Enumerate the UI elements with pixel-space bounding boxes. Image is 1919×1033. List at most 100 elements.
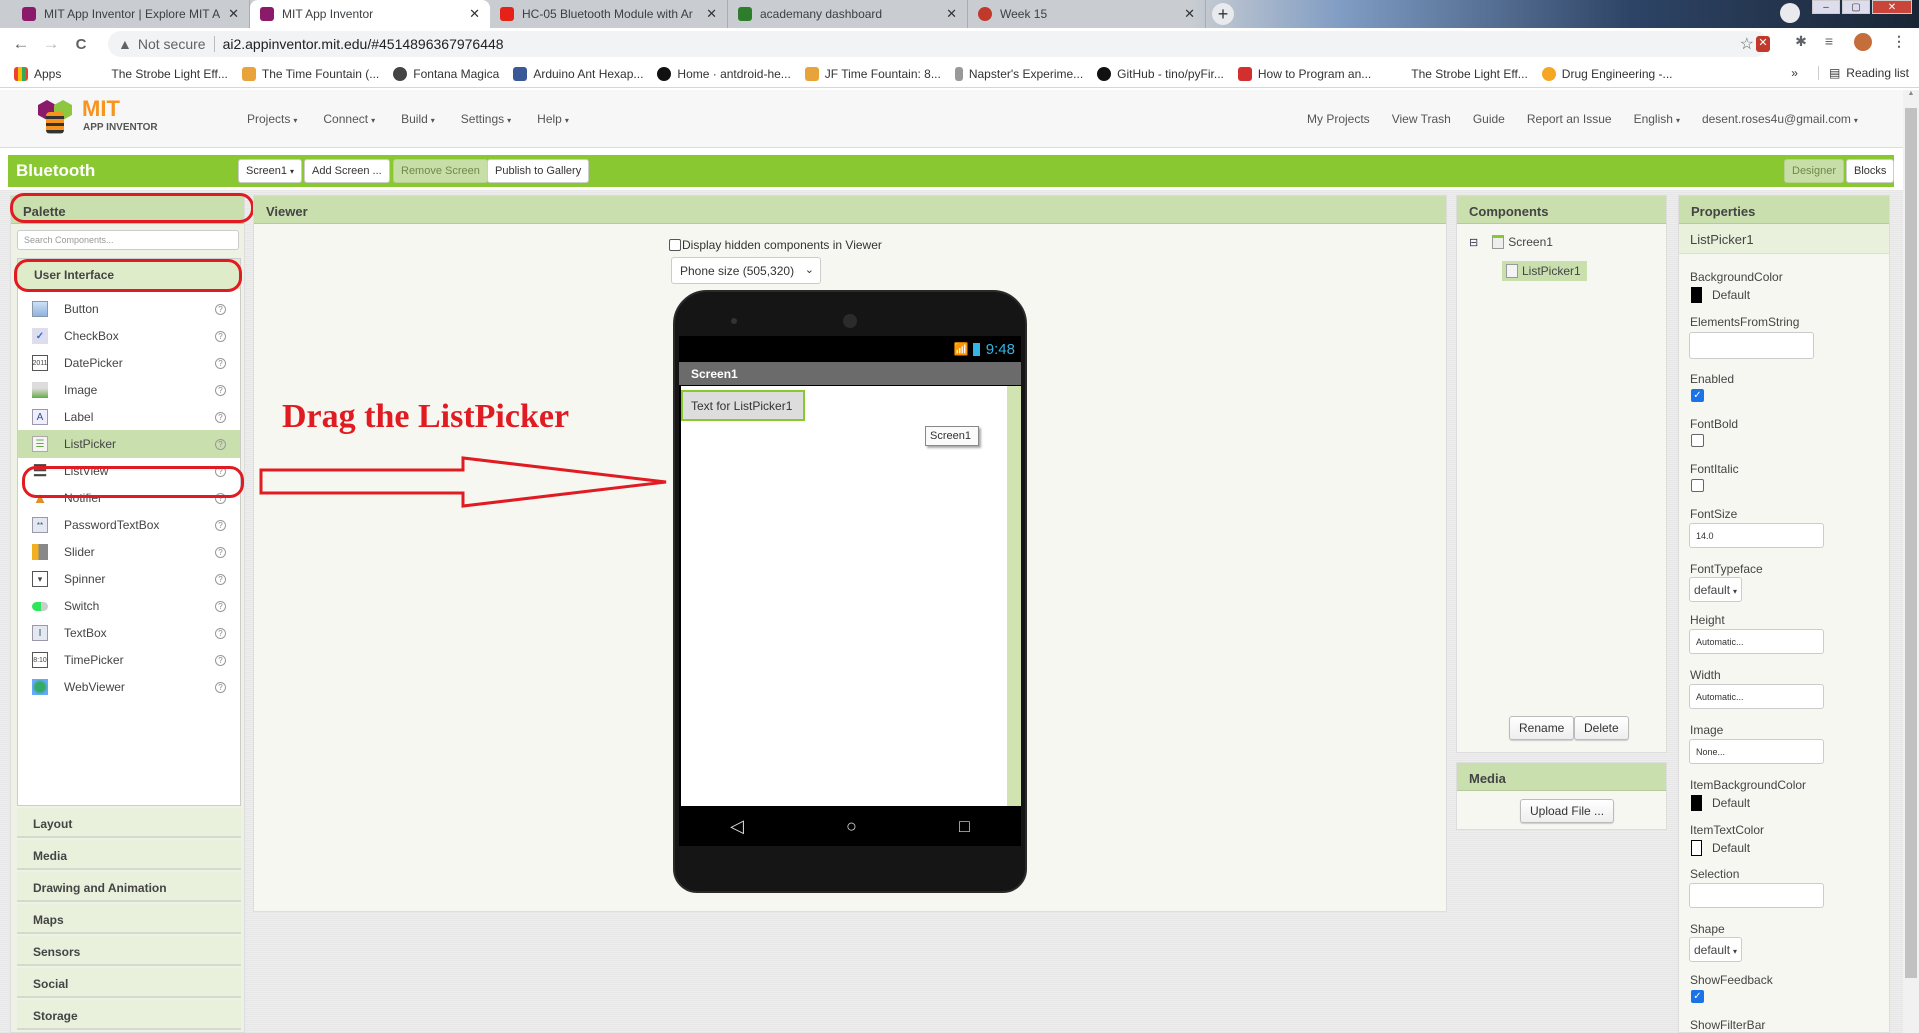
close-tab-icon[interactable]: ✕ [469, 6, 480, 22]
menu-projects[interactable]: Projects ▾ [247, 112, 297, 126]
width-input[interactable]: Automatic... [1689, 684, 1824, 709]
profile-avatar[interactable] [1854, 33, 1872, 51]
new-tab-button[interactable]: + [1212, 3, 1234, 25]
checkbox-box[interactable] [669, 239, 681, 251]
help-icon[interactable]: ? [215, 681, 226, 693]
account-menu[interactable]: desent.roses4u@gmail.com ▾ [1702, 112, 1858, 126]
category-drawing-animation[interactable]: Drawing and Animation [17, 872, 241, 902]
address-bar[interactable]: ▲ Not secure ai2.appinventor.mit.edu/#45… [108, 31, 1768, 57]
category-social[interactable]: Social [17, 968, 241, 998]
maximize-button[interactable]: ▢ [1842, 0, 1870, 14]
image-input[interactable]: None... [1689, 739, 1824, 764]
security-status[interactable]: Not secure [138, 36, 215, 52]
browser-tab[interactable]: MIT App Inventor | Explore MIT A ✕ [12, 0, 250, 28]
screen-dropdown[interactable]: Screen1 ▾ [238, 159, 302, 183]
display-hidden-components-checkbox[interactable]: Display hidden components in Viewer [669, 238, 882, 252]
adblock-extension-icon[interactable]: ✕ [1756, 36, 1770, 52]
bookmark-item[interactable]: How to Program an... [1237, 66, 1371, 81]
minimize-button[interactable]: – [1812, 0, 1840, 14]
scroll-up-icon[interactable]: ▲ [1903, 90, 1919, 104]
blocks-button[interactable]: Blocks [1846, 159, 1895, 183]
delete-button[interactable]: Delete [1574, 716, 1629, 740]
upload-file-button[interactable]: Upload File ... [1520, 799, 1615, 823]
report-issue-link[interactable]: Report an Issue [1527, 112, 1612, 126]
media-queue-icon[interactable]: ≡ [1820, 33, 1838, 51]
palette-item-spinner[interactable]: ▾ Spinner? [18, 565, 240, 593]
help-icon[interactable]: ? [215, 411, 226, 423]
help-icon[interactable]: ? [215, 627, 226, 639]
publish-gallery-button[interactable]: Publish to Gallery [487, 159, 590, 183]
my-projects-link[interactable]: My Projects [1307, 112, 1370, 126]
browser-tab-active[interactable]: MIT App Inventor ✕ [250, 0, 490, 28]
background-color-value[interactable]: Default [1712, 288, 1750, 302]
bookmark-item[interactable]: GitHub - tino/pyFir... [1097, 66, 1224, 81]
palette-item-checkbox[interactable]: ✓ CheckBox? [18, 322, 240, 350]
help-icon[interactable]: ? [215, 546, 226, 558]
shape-dropdown[interactable]: default ▾ [1689, 937, 1743, 962]
browser-tab[interactable]: academany dashboard ✕ [728, 0, 968, 28]
bookmark-item[interactable]: Fontana Magica [393, 66, 499, 81]
browser-tab[interactable]: Week 15 ✕ [968, 0, 1206, 28]
url-text[interactable]: ai2.appinventor.mit.edu/#451489636797644… [223, 36, 504, 52]
close-tab-icon[interactable]: ✕ [228, 6, 239, 22]
palette-item-slider[interactable]: Slider? [18, 538, 240, 566]
scrollbar-thumb[interactable] [1905, 108, 1917, 978]
elements-from-string-textarea[interactable] [1689, 332, 1814, 359]
add-screen-button[interactable]: Add Screen ... [304, 159, 390, 183]
guide-link[interactable]: Guide [1473, 112, 1505, 126]
fontbold-checkbox[interactable] [1691, 434, 1704, 447]
browser-tab[interactable]: HC-05 Bluetooth Module with Ar ✕ [490, 0, 728, 28]
showfeedback-checkbox[interactable]: ✓ [1691, 990, 1704, 1003]
help-icon[interactable]: ? [215, 600, 226, 612]
menu-build[interactable]: Build ▾ [401, 112, 435, 126]
help-icon[interactable]: ? [215, 303, 226, 315]
bookmark-star-icon[interactable]: ☆ [1740, 34, 1754, 54]
help-icon[interactable]: ? [215, 357, 226, 369]
search-components-input[interactable]: Search Components... [17, 230, 239, 250]
collapse-icon[interactable]: ⊟ [1469, 236, 1478, 249]
remove-screen-button[interactable]: Remove Screen [393, 159, 488, 183]
back-button[interactable]: ← [6, 34, 36, 54]
bookmark-item[interactable]: Apps [14, 66, 61, 81]
forward-button[interactable]: → [36, 34, 66, 54]
help-icon[interactable]: ? [215, 330, 226, 342]
rename-button[interactable]: Rename [1509, 716, 1575, 740]
bookmark-item[interactable]: Napster's Experime... [954, 66, 1083, 81]
palette-item-switch[interactable]: Switch? [18, 592, 240, 620]
phone-size-select[interactable]: Phone size (505,320) ⌄ [671, 257, 821, 284]
extensions-puzzle-icon[interactable]: ✱ [1792, 33, 1810, 51]
designer-button[interactable]: Designer [1784, 159, 1845, 183]
bookmark-item[interactable]: JF Time Fountain: 8... [804, 66, 941, 81]
palette-item-datepicker[interactable]: 2011 DatePicker? [18, 349, 240, 377]
listpicker1-component[interactable]: Text for ListPicker1 [681, 390, 805, 421]
fontsize-input[interactable]: 14.0 [1689, 523, 1824, 548]
palette-item-listpicker[interactable]: ☰ ListPicker? [18, 430, 240, 458]
screen-canvas[interactable]: Text for ListPicker1 Screen1 [681, 386, 1021, 806]
color-swatch[interactable] [1691, 287, 1702, 303]
palette-item-textbox[interactable]: I TextBox? [18, 619, 240, 647]
palette-item-button[interactable]: Button? [18, 295, 240, 323]
tab-search-icon[interactable] [1780, 3, 1800, 23]
bookmark-item[interactable]: The Strobe Light Eff... [1411, 67, 1528, 81]
bookmark-item[interactable]: The Time Fountain (... [241, 66, 379, 81]
color-swatch[interactable] [1691, 840, 1702, 856]
bookmark-item[interactable]: Arduino Ant Hexap... [513, 66, 643, 81]
page-scrollbar[interactable]: ▲ [1903, 90, 1919, 1033]
palette-item-passwordtextbox[interactable]: ** PasswordTextBox? [18, 511, 240, 539]
close-tab-icon[interactable]: ✕ [706, 6, 717, 22]
help-icon[interactable]: ? [215, 654, 226, 666]
height-input[interactable]: Automatic... [1689, 629, 1824, 654]
bookmark-item[interactable]: Drug Engineering -... [1541, 66, 1673, 81]
reading-list-button[interactable]: » ▤ Reading list [1791, 66, 1909, 80]
palette-item-webviewer[interactable]: WebViewer? [18, 673, 240, 701]
category-sensors[interactable]: Sensors [17, 936, 241, 966]
category-layout[interactable]: Layout [17, 808, 241, 838]
help-icon[interactable]: ? [215, 573, 226, 585]
category-maps[interactable]: Maps [17, 904, 241, 934]
language-menu[interactable]: English ▾ [1634, 112, 1680, 126]
menu-settings[interactable]: Settings ▾ [461, 112, 511, 126]
help-icon[interactable]: ? [215, 519, 226, 531]
view-trash-link[interactable]: View Trash [1392, 112, 1451, 126]
menu-connect[interactable]: Connect ▾ [323, 112, 375, 126]
item-text-color-value[interactable]: Default [1712, 841, 1750, 855]
